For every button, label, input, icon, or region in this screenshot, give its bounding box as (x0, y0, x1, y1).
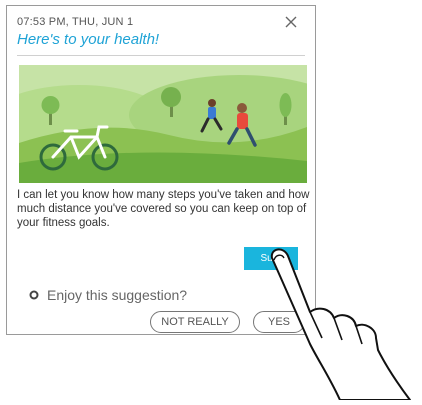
close-button[interactable] (281, 12, 301, 32)
fitness-illustration (19, 65, 307, 183)
feedback-question-text: Enjoy this suggestion? (47, 287, 188, 303)
not-really-button[interactable]: NOT REALLY (150, 311, 240, 333)
timestamp: 07:53 PM, THU, JUN 1 (17, 16, 134, 28)
card-title: Here's to your health! (17, 31, 160, 48)
close-icon (285, 16, 297, 28)
title-divider (17, 55, 305, 56)
tapping-hand-icon (270, 248, 411, 400)
feedback-question: Enjoy this suggestion? (29, 287, 187, 303)
suggestion-message: I can let you know how many steps you've… (17, 189, 310, 229)
bullet-circle-icon (29, 290, 39, 300)
